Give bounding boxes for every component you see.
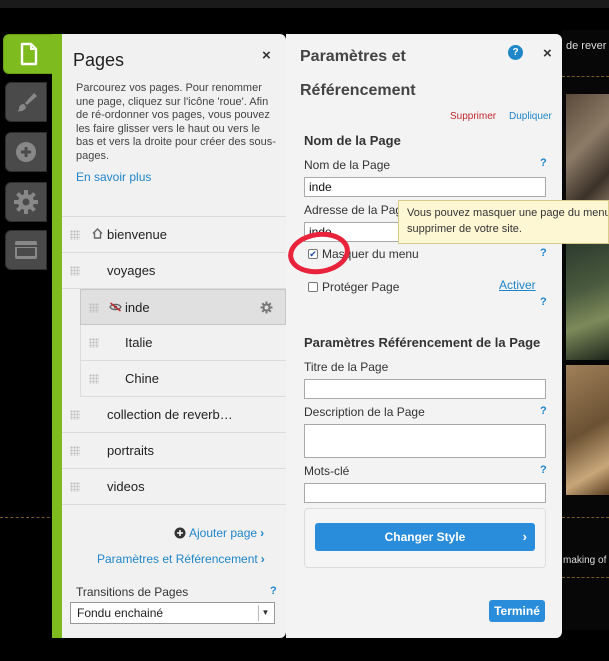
seo-title-input[interactable] bbox=[304, 379, 546, 399]
close-pages-button[interactable]: × bbox=[262, 48, 271, 63]
drag-handle-icon[interactable] bbox=[70, 482, 80, 492]
tooltip-line: supprimer de votre site. bbox=[407, 223, 522, 235]
page-label: voyages bbox=[107, 263, 156, 278]
page-item-portraits[interactable]: portraits bbox=[62, 433, 286, 469]
duplicate-page-link[interactable]: Dupliquer bbox=[509, 111, 552, 122]
help-icon[interactable]: ? bbox=[540, 247, 547, 259]
help-icon[interactable]: ? bbox=[540, 157, 547, 169]
drag-handle-icon[interactable] bbox=[70, 266, 80, 276]
active-panel-bar bbox=[52, 34, 62, 638]
plus-circle-icon bbox=[174, 527, 186, 539]
page-settings-link[interactable]: Paramètres et Référencement › bbox=[97, 552, 265, 566]
store-tab[interactable] bbox=[5, 230, 47, 270]
design-tab[interactable] bbox=[5, 82, 47, 122]
gear-icon[interactable] bbox=[260, 301, 273, 314]
drag-handle-icon[interactable] bbox=[70, 410, 80, 420]
page-label: bienvenue bbox=[107, 227, 167, 242]
site-divider bbox=[562, 76, 609, 77]
help-icon[interactable]: ? bbox=[270, 585, 277, 597]
page-item-videos[interactable]: videos bbox=[62, 469, 286, 505]
page-item-voyages[interactable]: voyages bbox=[62, 253, 286, 289]
site-topbar bbox=[0, 0, 609, 8]
learn-more-link[interactable]: En savoir plus bbox=[76, 170, 151, 184]
activate-link[interactable]: Activer bbox=[499, 278, 536, 292]
editor-rail bbox=[0, 34, 55, 638]
page-icon bbox=[20, 42, 38, 66]
transitions-label: Transitions de Pages bbox=[76, 585, 189, 599]
add-page-label: Ajouter page bbox=[189, 526, 258, 540]
help-icon[interactable]: ? bbox=[540, 296, 547, 308]
page-label: collection de reverb… bbox=[107, 407, 233, 422]
hidden-eye-icon bbox=[109, 302, 122, 312]
transition-value: Fondu enchainé bbox=[77, 606, 164, 620]
protect-page-checkbox[interactable] bbox=[308, 282, 318, 292]
page-address-label: Adresse de la Page bbox=[304, 203, 409, 217]
keywords-input[interactable] bbox=[304, 483, 546, 503]
pages-panel: Pages × Parcourez vos pages. Pour renomm… bbox=[62, 34, 286, 638]
site-divider bbox=[562, 577, 609, 578]
page-item-bienvenue[interactable]: bienvenue bbox=[62, 217, 286, 253]
drag-handle-icon[interactable] bbox=[70, 230, 80, 240]
page-name-input[interactable] bbox=[304, 177, 546, 197]
page-list: bienvenue voyages inde Italie Chine coll… bbox=[62, 216, 286, 505]
seo-description-textarea[interactable] bbox=[304, 424, 546, 458]
change-style-label: Changer Style bbox=[384, 530, 466, 544]
help-icon[interactable]: ? bbox=[540, 464, 547, 476]
page-label: Italie bbox=[125, 335, 153, 350]
chevron-right-icon: › bbox=[260, 526, 265, 540]
drag-handle-icon[interactable] bbox=[89, 374, 99, 384]
page-item-collection[interactable]: collection de reverb… bbox=[62, 397, 286, 433]
info-icon[interactable]: ? bbox=[508, 45, 523, 60]
page-settings-label: Paramètres et Référencement bbox=[97, 552, 258, 566]
drag-handle-icon[interactable] bbox=[89, 338, 99, 348]
seo-title-label: Titre de la Page bbox=[304, 360, 389, 374]
site-divider bbox=[562, 517, 609, 518]
protect-page-label: Protéger Page bbox=[322, 280, 400, 294]
done-button[interactable]: Terminé bbox=[489, 600, 545, 622]
pages-instructions: Parcourez vos pages. Pour renommer une p… bbox=[76, 82, 276, 162]
page-name-label: Nom de la Page bbox=[304, 158, 391, 172]
plus-circle-icon bbox=[16, 142, 36, 162]
page-item-chine[interactable]: Chine bbox=[80, 361, 286, 397]
paintbrush-icon bbox=[17, 93, 37, 112]
page-label: portraits bbox=[107, 443, 154, 458]
page-item-inde[interactable]: inde bbox=[80, 289, 286, 325]
help-icon[interactable]: ? bbox=[540, 405, 547, 417]
drag-handle-icon[interactable] bbox=[89, 303, 99, 313]
chevron-down-icon: ▼ bbox=[258, 605, 272, 621]
page-label: Chine bbox=[125, 371, 159, 386]
home-icon bbox=[92, 228, 103, 239]
pages-title: Pages bbox=[73, 50, 125, 70]
settings-title: Paramètres et Référencement bbox=[300, 48, 416, 99]
page-label: videos bbox=[107, 479, 145, 494]
section-page-name: Nom de la Page bbox=[304, 133, 401, 148]
chevron-right-icon: › bbox=[522, 529, 527, 544]
tooltip-line: Vous pouvez masquer une page du menu s bbox=[407, 207, 609, 219]
site-caption-fragment: making of bbox=[563, 555, 607, 566]
seo-description-label: Description de la Page bbox=[304, 405, 425, 419]
site-heading-fragment: de rever bbox=[566, 40, 607, 52]
settings-panel: Paramètres et Référencement ? × Supprime… bbox=[286, 34, 562, 638]
hide-menu-tooltip: Vous pouvez masquer une page du menu s s… bbox=[398, 200, 609, 244]
add-page-button[interactable]: Ajouter page › bbox=[174, 526, 264, 540]
style-section: Changer Style › bbox=[304, 508, 546, 568]
change-style-button[interactable]: Changer Style › bbox=[315, 523, 535, 551]
transition-select[interactable]: Fondu enchainé ▼ bbox=[70, 602, 275, 624]
drag-handle-icon[interactable] bbox=[70, 446, 80, 456]
chevron-right-icon: › bbox=[260, 552, 265, 566]
delete-page-link[interactable]: Supprimer bbox=[450, 111, 496, 122]
store-icon bbox=[15, 241, 37, 259]
page-label: inde bbox=[125, 299, 150, 315]
add-tab[interactable] bbox=[5, 132, 47, 172]
section-seo: Paramètres Référencement de la Page bbox=[304, 335, 541, 350]
page-item-italie[interactable]: Italie bbox=[80, 325, 286, 361]
pages-tab[interactable] bbox=[3, 34, 55, 74]
gear-icon bbox=[14, 190, 38, 214]
site-photo bbox=[566, 365, 609, 495]
settings-tab[interactable] bbox=[5, 182, 47, 222]
close-settings-button[interactable]: × bbox=[543, 46, 552, 61]
keywords-label: Mots-clé bbox=[304, 464, 350, 478]
site-photo bbox=[566, 230, 609, 360]
